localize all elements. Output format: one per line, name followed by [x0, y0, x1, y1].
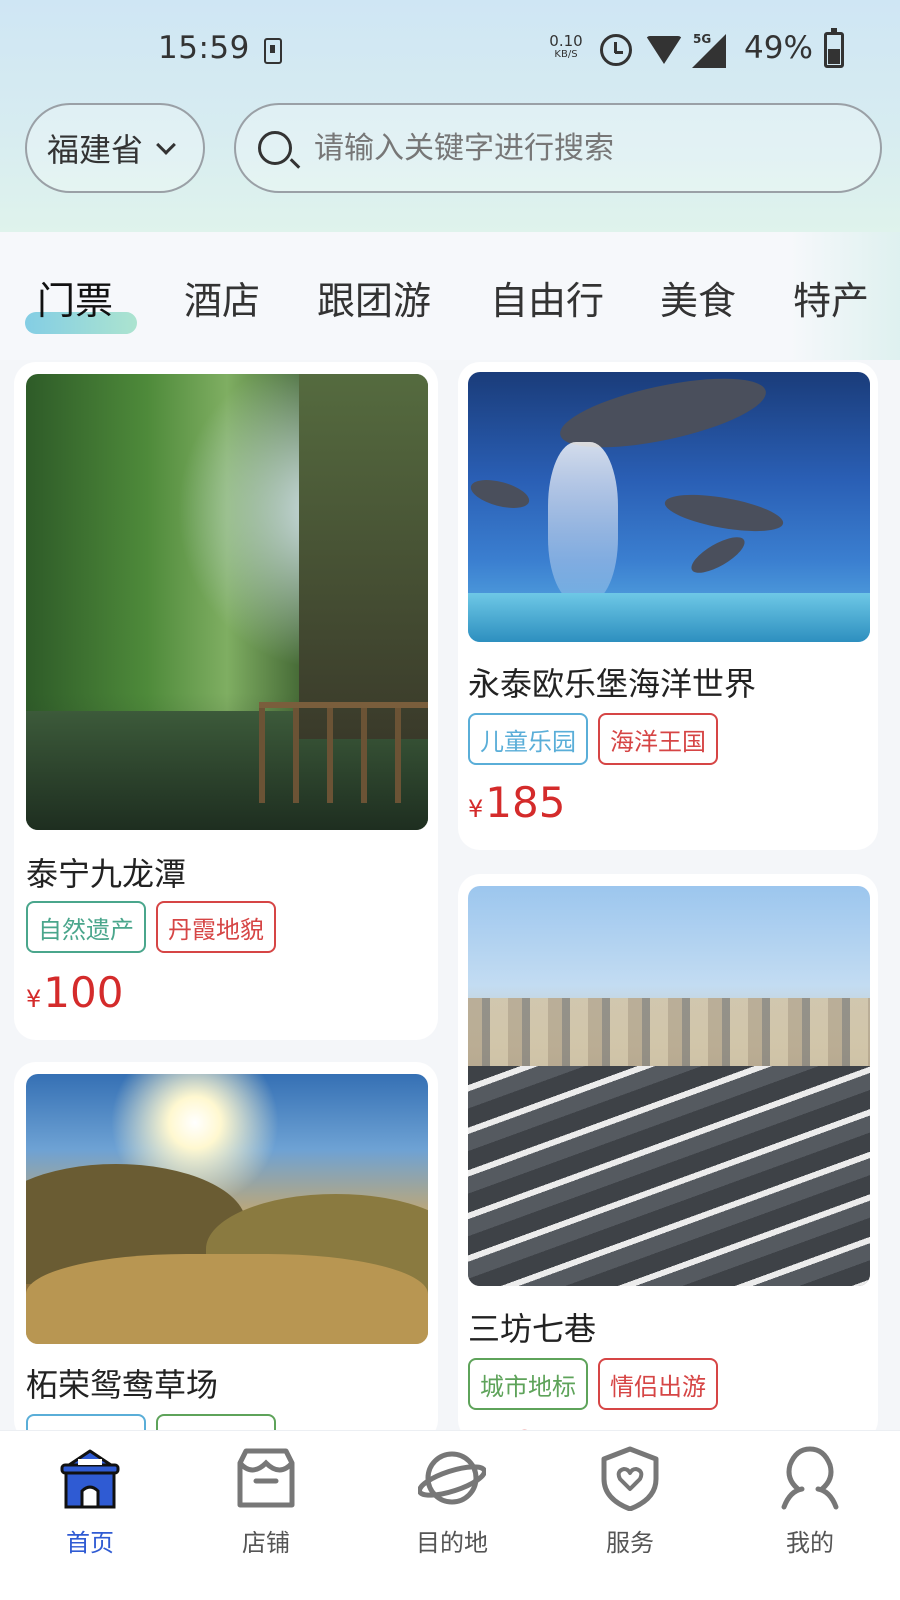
nav-label: 目的地 [416, 1529, 488, 1557]
nav-service[interactable]: 服务 [540, 1431, 720, 1600]
search-input[interactable] [314, 130, 834, 166]
chevron-down-icon [156, 135, 176, 155]
tab-food[interactable]: 美食 [660, 270, 736, 325]
search-bar[interactable] [234, 103, 882, 193]
attraction-image [26, 1074, 428, 1344]
download-icon [264, 38, 282, 64]
attraction-title: 泰宁九龙潭 [26, 855, 187, 893]
network-speed: 0.10 KB/S [546, 34, 586, 62]
shop-icon [237, 1448, 295, 1508]
nav-destination[interactable]: 目的地 [362, 1431, 542, 1600]
attraction-price: ¥100 [26, 968, 123, 1017]
attraction-title: 永泰欧乐堡海洋世界 [468, 665, 757, 703]
province-label: 福建省 [47, 131, 144, 169]
attraction-card[interactable]: 柘荣鸳鸯草场 风和日丽 空气清新 [14, 1062, 438, 1442]
nav-label: 服务 [606, 1529, 654, 1557]
tab-specialty[interactable]: 特产 [793, 270, 869, 325]
bottom-nav: 首页 店铺 目的地 服务 我的 [0, 1430, 900, 1600]
attraction-title: 柘荣鸳鸯草场 [26, 1366, 219, 1404]
planet-icon [418, 1451, 486, 1505]
status-time: 15:59 [158, 30, 250, 66]
attraction-image [468, 886, 870, 1286]
attraction-card[interactable]: 永泰欧乐堡海洋世界 儿童乐园 海洋王国 ¥185 [458, 362, 878, 850]
nav-label: 店铺 [242, 1529, 290, 1557]
wifi-icon [646, 36, 682, 64]
search-icon [258, 131, 292, 165]
shield-heart-icon [601, 1446, 659, 1511]
nav-profile[interactable]: 我的 [720, 1431, 900, 1600]
attraction-tag: 城市地标 [468, 1358, 588, 1410]
attraction-card[interactable]: 泰宁九龙潭 自然遗产 丹霞地貌 ¥100 [14, 362, 438, 1040]
network-type: 5G [693, 32, 712, 46]
price-value: 185 [485, 778, 566, 827]
nav-label: 首页 [66, 1529, 114, 1557]
attraction-tag: 丹霞地貌 [156, 901, 276, 953]
network-speed-unit: KB/S [554, 49, 578, 60]
province-selector[interactable]: 福建省 [25, 103, 205, 193]
attraction-title: 三坊七巷 [468, 1310, 597, 1348]
tab-group-tour[interactable]: 跟团游 [317, 270, 431, 325]
attraction-tag: 儿童乐园 [468, 713, 588, 765]
home-icon [60, 1449, 120, 1509]
category-tabs [0, 232, 900, 360]
nav-label: 我的 [786, 1529, 834, 1557]
attraction-price: ¥185 [468, 778, 565, 827]
currency-symbol: ¥ [468, 795, 484, 823]
attraction-card[interactable]: 三坊七巷 城市地标 情侣出游 ¥49 [458, 874, 878, 1442]
attraction-image [26, 374, 428, 830]
nav-shop[interactable]: 店铺 [176, 1431, 356, 1600]
tab-tickets[interactable]: 门票 [37, 270, 113, 325]
nav-home[interactable]: 首页 [0, 1431, 180, 1600]
battery-icon [824, 28, 844, 68]
tab-free-travel[interactable]: 自由行 [490, 270, 604, 325]
alarm-icon [600, 34, 632, 66]
price-value: 100 [43, 968, 124, 1017]
user-icon [781, 1446, 839, 1510]
battery-percent: 49% [744, 30, 813, 66]
tab-hotel[interactable]: 酒店 [184, 270, 260, 325]
attraction-image [468, 372, 870, 642]
attraction-tag: 自然遗产 [26, 901, 146, 953]
attraction-tag: 情侣出游 [598, 1358, 718, 1410]
currency-symbol: ¥ [26, 985, 42, 1013]
status-bar: 15:59 0.10 KB/S 5G 49% [0, 20, 900, 80]
attraction-tag: 海洋王国 [598, 713, 718, 765]
